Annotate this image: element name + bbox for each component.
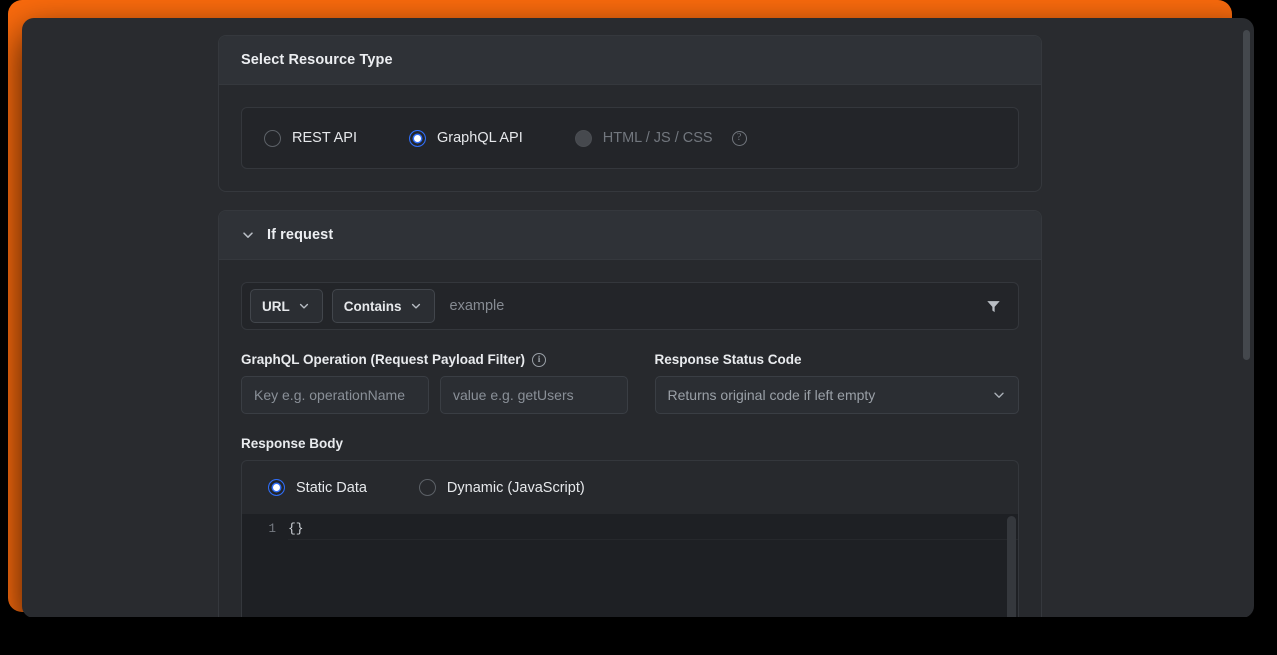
request-fields-grid: GraphQL Operation (Request Payload Filte… <box>241 352 1019 414</box>
resource-type-card-header: Select Resource Type <box>219 36 1041 85</box>
funnel-icon[interactable] <box>976 289 1010 323</box>
radio-dot-graphql-api[interactable] <box>409 130 426 147</box>
response-status-code-label: Response Status Code <box>655 352 1019 367</box>
window-scrollbar-thumb[interactable] <box>1243 30 1250 360</box>
viewport-bottom-mask <box>0 617 1277 655</box>
graphql-operation-label-text: GraphQL Operation (Request Payload Filte… <box>241 352 525 367</box>
resource-type-title: Select Resource Type <box>241 52 1019 68</box>
radio-dot-rest-api[interactable] <box>264 130 281 147</box>
operator-dropdown-label: Contains <box>344 299 402 314</box>
if-request-card-header[interactable]: If request <box>219 211 1041 260</box>
graphql-operation-value-input[interactable] <box>440 376 628 414</box>
radio-label-static-data: Static Data <box>296 480 367 496</box>
if-request-card-body: URL Contains <box>219 260 1041 618</box>
response-body-label-text: Response Body <box>241 436 343 451</box>
radio-label-html-js-css: HTML / JS / CSS <box>603 130 713 146</box>
radio-dot-dynamic-javascript[interactable] <box>419 479 436 496</box>
editor-line-number: 1 <box>242 519 288 539</box>
resource-type-radio-group: REST API GraphQL API HTML / JS / CSS ? <box>241 107 1019 169</box>
radio-option-html-js-css: HTML / JS / CSS ? <box>575 130 747 147</box>
chevron-down-icon <box>297 299 311 313</box>
editor-line: 1 {} <box>242 519 1018 539</box>
chevron-down-icon[interactable] <box>241 228 255 242</box>
editor-line-text[interactable]: {} <box>288 519 1018 540</box>
chevron-down-icon <box>992 388 1006 402</box>
radio-label-rest-api: REST API <box>292 130 357 146</box>
settings-content: Select Resource Type REST API GraphQL AP… <box>218 35 1042 618</box>
graphql-operation-label: GraphQL Operation (Request Payload Filte… <box>241 352 629 367</box>
app-window: Select Resource Type REST API GraphQL AP… <box>22 18 1254 618</box>
radio-option-rest-api[interactable]: REST API <box>264 130 357 147</box>
radio-dot-html-js-css <box>575 130 592 147</box>
editor-scrollbar-thumb[interactable] <box>1007 516 1016 618</box>
graphql-operation-key-input[interactable] <box>241 376 429 414</box>
info-icon[interactable]: i <box>532 353 546 367</box>
resource-type-card-body: REST API GraphQL API HTML / JS / CSS ? <box>219 85 1041 191</box>
response-body-radio-group: Static Data Dynamic (JavaScript) <box>241 460 1019 514</box>
target-dropdown-label: URL <box>262 299 290 314</box>
url-match-input[interactable] <box>444 284 976 328</box>
radio-option-dynamic-javascript[interactable]: Dynamic (JavaScript) <box>419 479 585 496</box>
response-status-code-value: Returns original code if left empty <box>668 387 992 403</box>
radio-option-graphql-api[interactable]: GraphQL API <box>409 130 523 147</box>
response-status-code-select[interactable]: Returns original code if left empty <box>655 376 1019 414</box>
radio-label-graphql-api: GraphQL API <box>437 130 523 146</box>
target-dropdown[interactable]: URL <box>250 289 323 323</box>
screenshot-stage: Select Resource Type REST API GraphQL AP… <box>0 0 1277 655</box>
response-body-label: Response Body <box>241 436 1019 451</box>
help-icon[interactable]: ? <box>732 131 747 146</box>
response-status-code-field: Response Status Code Returns original co… <box>655 352 1019 414</box>
graphql-operation-field: GraphQL Operation (Request Payload Filte… <box>241 352 629 414</box>
response-status-code-label-text: Response Status Code <box>655 352 802 367</box>
radio-label-dynamic-javascript: Dynamic (JavaScript) <box>447 480 585 496</box>
resource-type-card: Select Resource Type REST API GraphQL AP… <box>218 35 1042 192</box>
chevron-down-icon <box>409 299 423 313</box>
response-body-block: Response Body Static Data Dynamic (JavaS… <box>241 436 1019 618</box>
if-request-title: If request <box>267 227 333 243</box>
radio-option-static-data[interactable]: Static Data <box>268 479 367 496</box>
radio-dot-static-data[interactable] <box>268 479 285 496</box>
operator-dropdown[interactable]: Contains <box>332 289 435 323</box>
graphql-operation-inputs <box>241 376 629 414</box>
request-filter-row: URL Contains <box>241 282 1019 330</box>
if-request-card: If request URL <box>218 210 1042 618</box>
response-body-code-editor[interactable]: 1 {} <box>241 514 1019 618</box>
